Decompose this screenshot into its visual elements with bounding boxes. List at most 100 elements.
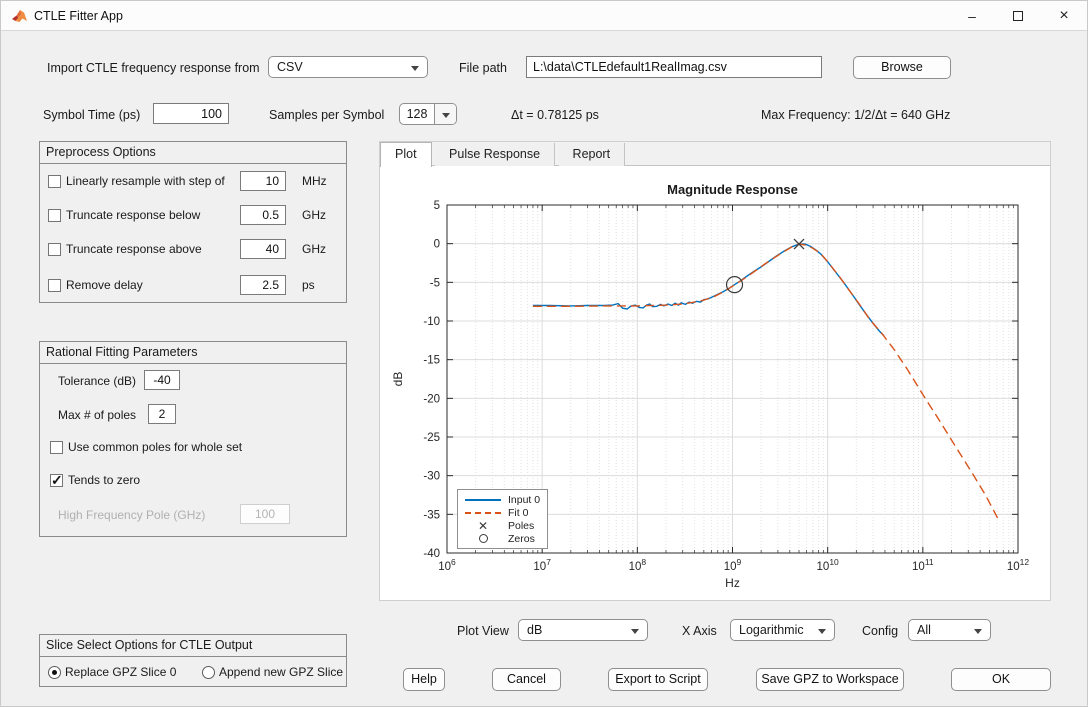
symbol-time-label: Symbol Time (ps)	[43, 108, 140, 122]
legend-item-input: Input 0	[464, 493, 547, 506]
chart-legend: Input 0 Fit 0 ✕ Poles Zeros	[457, 489, 548, 549]
check-icon: ✓	[51, 472, 63, 489]
cancel-button[interactable]: Cancel	[492, 668, 561, 691]
tab-plot[interactable]: Plot	[380, 142, 432, 167]
samples-per-symbol-value: 128	[400, 104, 434, 124]
chevron-down-icon	[442, 113, 450, 118]
svg-text:-20: -20	[423, 393, 440, 405]
config-select[interactable]: All	[908, 619, 991, 641]
legend-item-fit: Fit 0	[464, 506, 547, 519]
append-gpz-radio[interactable]	[202, 666, 215, 679]
truncate-above-label: Truncate response above	[66, 242, 202, 256]
resample-unit: MHz	[302, 174, 327, 188]
truncate-above-input[interactable]	[240, 239, 286, 259]
resample-step-input[interactable]	[240, 171, 286, 191]
tends-to-zero-checkbox[interactable]: ✓	[50, 474, 63, 487]
chevron-down-icon	[631, 629, 639, 634]
config-label: Config	[862, 624, 898, 638]
window-title: CTLE Fitter App	[34, 1, 123, 31]
solid-line-icon	[464, 499, 502, 501]
help-button[interactable]: Help	[403, 668, 445, 691]
remove-delay-input[interactable]	[240, 275, 286, 295]
delta-t-readout: Δt = 0.78125 ps	[511, 108, 599, 122]
svg-text:-10: -10	[423, 316, 440, 328]
plot-view-value: dB	[527, 623, 542, 637]
truncate-above-unit: GHz	[302, 242, 326, 256]
high-freq-pole-label: High Frequency Pole (GHz)	[58, 508, 205, 522]
truncate-below-checkbox[interactable]: ✓	[48, 209, 61, 222]
save-gpz-button[interactable]: Save GPZ to Workspace	[756, 668, 904, 691]
ctle-fitter-window: CTLE Fitter App – × Import CTLE frequenc…	[0, 0, 1088, 707]
samples-arrow-cell[interactable]	[434, 104, 456, 124]
symbol-time-input[interactable]	[153, 103, 229, 124]
svg-text:0: 0	[434, 239, 440, 251]
browse-button[interactable]: Browse	[853, 56, 951, 79]
truncate-below-unit: GHz	[302, 208, 326, 222]
slice-select-panel-title: Slice Select Options for CTLE Output	[40, 635, 346, 657]
tolerance-input[interactable]	[144, 370, 180, 390]
chevron-down-icon	[411, 66, 419, 71]
max-poles-input[interactable]	[148, 404, 176, 424]
chevron-down-icon	[818, 629, 826, 634]
close-button[interactable]: ×	[1041, 1, 1087, 31]
svg-text:-25: -25	[423, 432, 440, 444]
resample-checkbox[interactable]: ✓	[48, 175, 61, 188]
import-format-label: Import CTLE frequency response from	[47, 61, 260, 75]
plot-tab-panel: 10610710810910101011101250-5-10-15-20-25…	[379, 166, 1051, 601]
truncate-above-checkbox[interactable]: ✓	[48, 243, 61, 256]
chart-title: Magnitude Response	[667, 182, 798, 197]
tab-report[interactable]: Report	[559, 143, 626, 167]
tab-bar: Plot Pulse Response Report	[379, 141, 1051, 166]
svg-text:1010: 1010	[817, 557, 840, 573]
y-axis-title: dB	[391, 372, 405, 387]
samples-per-symbol-select[interactable]: 128	[399, 103, 457, 125]
svg-text:106: 106	[438, 557, 456, 573]
file-path-label: File path	[459, 61, 507, 75]
legend-label: Fit 0	[508, 507, 528, 519]
file-path-input[interactable]	[526, 56, 822, 78]
append-gpz-label: Append new GPZ Slice	[219, 665, 343, 679]
radio-dot-icon	[52, 670, 57, 675]
x-axis-select[interactable]: Logarithmic	[730, 619, 835, 641]
max-frequency-readout: Max Frequency: 1/2/Δt = 640 GHz	[761, 108, 950, 122]
maximize-button[interactable]	[995, 1, 1041, 31]
plot-view-label: Plot View	[457, 624, 509, 638]
x-marker-icon: ✕	[464, 521, 502, 531]
remove-delay-checkbox[interactable]: ✓	[48, 279, 61, 292]
replace-gpz-radio[interactable]	[48, 666, 61, 679]
svg-text:109: 109	[724, 557, 742, 573]
resample-label: Linearly resample with step of	[66, 174, 225, 188]
svg-text:1012: 1012	[1007, 557, 1030, 573]
preprocess-panel-title: Preprocess Options	[40, 142, 346, 164]
max-poles-label: Max # of poles	[58, 408, 136, 422]
tab-pulse-response[interactable]: Pulse Response	[435, 143, 555, 167]
dashed-line-icon	[464, 512, 502, 514]
svg-text:107: 107	[533, 557, 551, 573]
import-format-select[interactable]: CSV	[268, 56, 428, 78]
minimize-button[interactable]: –	[949, 1, 995, 31]
legend-label: Zeros	[508, 533, 535, 545]
remove-delay-label: Remove delay	[66, 278, 143, 292]
export-to-script-button[interactable]: Export to Script	[608, 668, 708, 691]
plot-view-select[interactable]: dB	[518, 619, 648, 641]
rational-fitting-panel: Rational Fitting Parameters Tolerance (d…	[39, 341, 347, 537]
svg-text:1011: 1011	[912, 557, 934, 573]
ok-button[interactable]: OK	[951, 668, 1051, 691]
matlab-logo-icon	[11, 8, 28, 25]
maximize-icon	[1013, 11, 1023, 21]
legend-item-poles: ✕ Poles	[464, 519, 547, 532]
samples-per-symbol-label: Samples per Symbol	[269, 108, 384, 122]
svg-text:108: 108	[629, 557, 647, 573]
svg-text:-30: -30	[423, 471, 440, 483]
common-poles-checkbox[interactable]: ✓	[50, 441, 63, 454]
legend-label: Input 0	[508, 494, 540, 506]
svg-text:-40: -40	[423, 548, 440, 560]
legend-label: Poles	[508, 520, 534, 532]
truncate-below-input[interactable]	[240, 205, 286, 225]
remove-delay-unit: ps	[302, 278, 315, 292]
import-format-value: CSV	[277, 60, 303, 74]
series-input-0	[533, 244, 884, 336]
title-bar: CTLE Fitter App – ×	[1, 1, 1087, 31]
truncate-below-label: Truncate response below	[66, 208, 200, 222]
svg-text:-5: -5	[430, 277, 440, 289]
